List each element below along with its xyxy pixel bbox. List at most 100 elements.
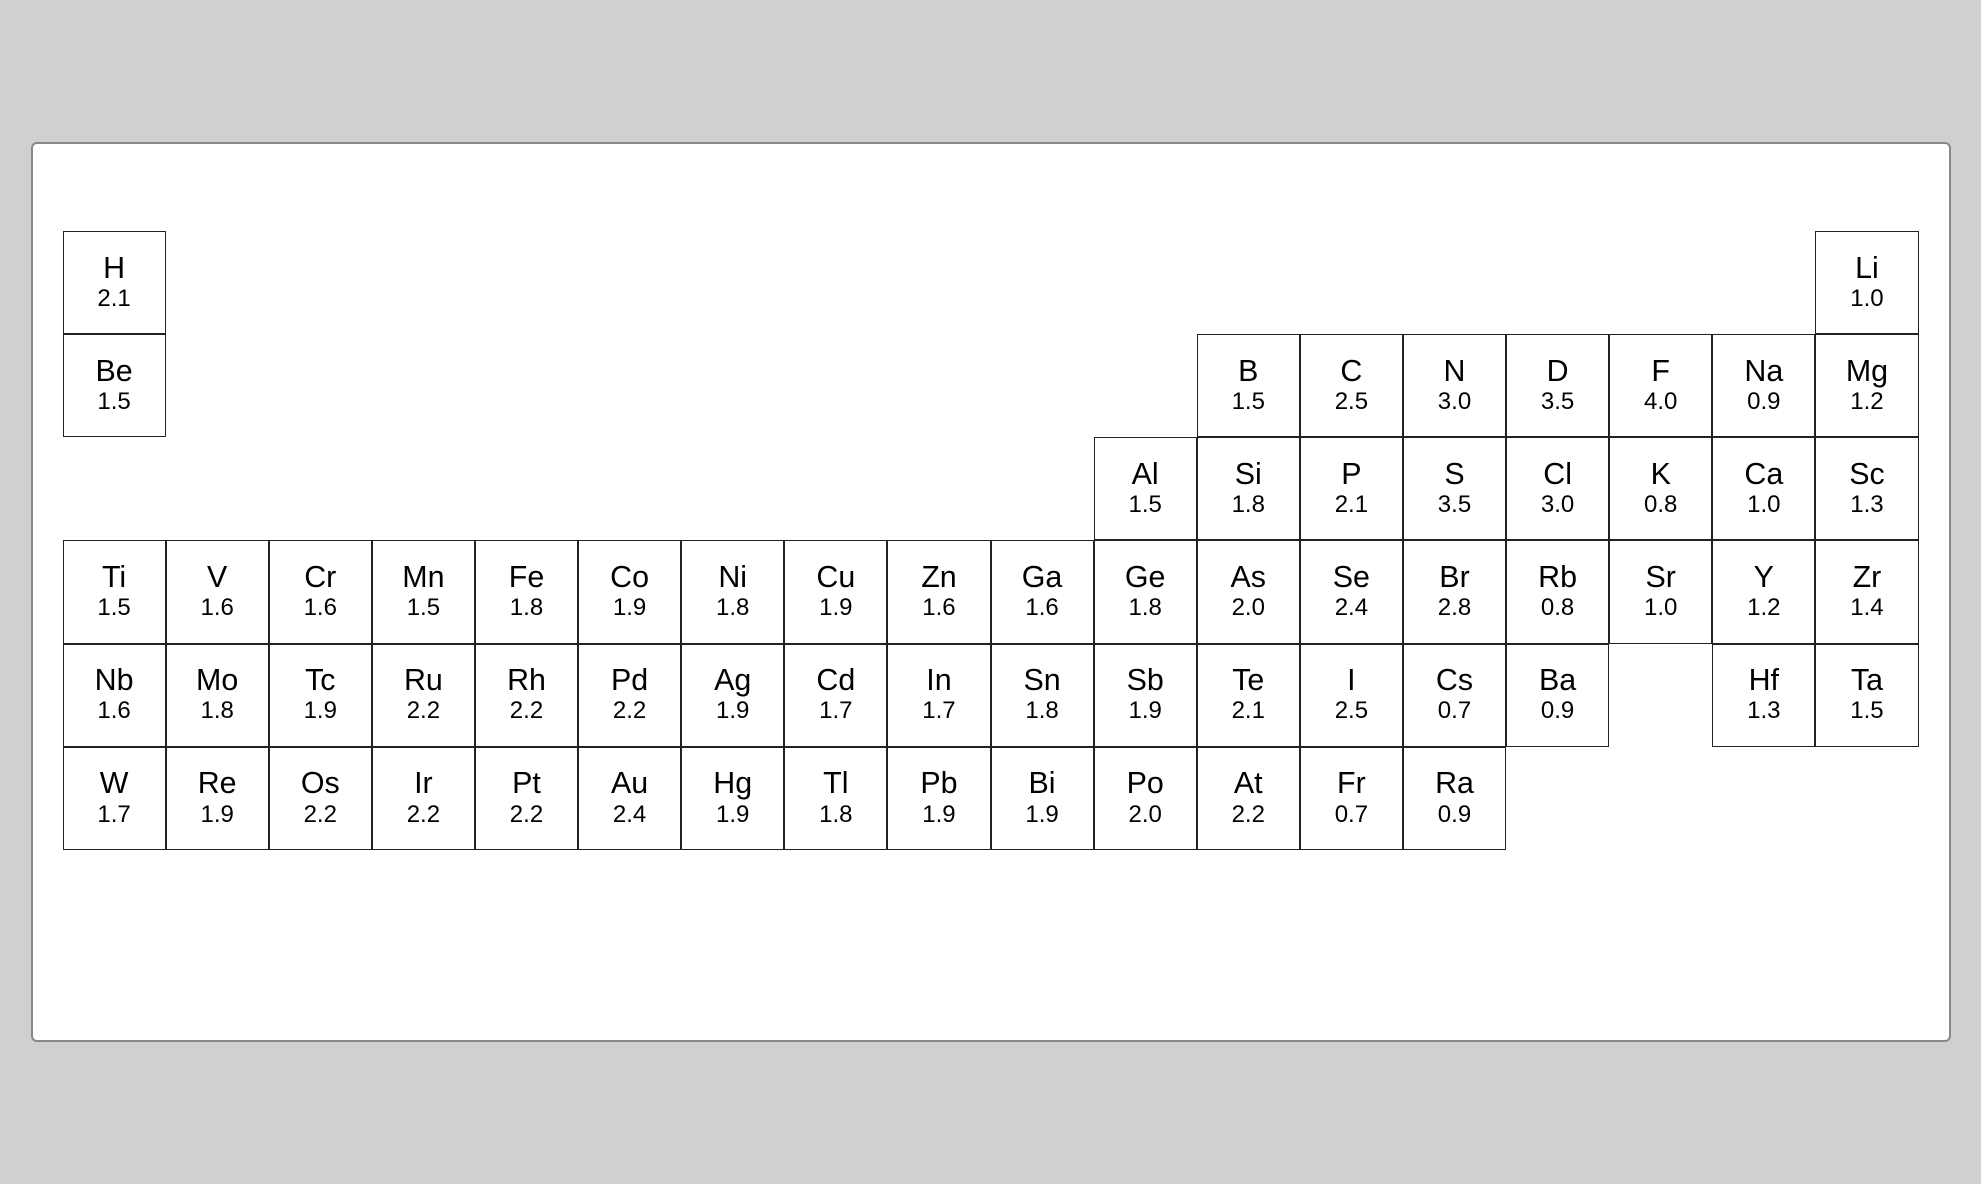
symbol-at: At	[1234, 767, 1263, 800]
symbol-ru: Ru	[404, 664, 443, 697]
element-cr: Cr1.6	[269, 540, 372, 643]
element-cu: Cu1.9	[784, 540, 887, 643]
symbol-fr: Fr	[1337, 767, 1366, 800]
en-rh: 2.2	[510, 697, 543, 726]
en-ir: 2.2	[407, 801, 440, 830]
element-br: Br2.8	[1403, 540, 1506, 643]
en-n: 3.0	[1438, 388, 1471, 417]
element-p: P2.1	[1300, 437, 1403, 540]
en-c: 2.5	[1335, 388, 1368, 417]
en-at: 2.2	[1232, 801, 1265, 830]
symbol-os: Os	[301, 767, 340, 800]
empty-cell-r3-c7	[475, 437, 578, 540]
element-mn: Mn1.5	[372, 540, 475, 643]
en-cu: 1.9	[819, 594, 852, 623]
symbol-b: B	[1238, 355, 1258, 388]
empty-cell-r1-c9	[887, 231, 990, 334]
en-in: 1.7	[922, 697, 955, 726]
symbol-d: D	[1547, 355, 1569, 388]
element-cs: Cs0.7	[1403, 644, 1506, 747]
en-s: 3.5	[1438, 491, 1471, 520]
en-mn: 1.5	[407, 594, 440, 623]
element-ru: Ru2.2	[372, 644, 475, 747]
empty-cell-r2-c12	[1094, 334, 1197, 437]
en-h: 2.1	[97, 285, 130, 314]
empty-cell-r1-c8	[784, 231, 887, 334]
element-pd: Pd2.2	[578, 644, 681, 747]
empty-cell-r7-c11	[475, 850, 578, 953]
symbol-cr: Cr	[304, 561, 336, 594]
en-cs: 0.7	[1438, 697, 1471, 726]
element-n: N3.0	[1403, 334, 1506, 437]
symbol-pb: Pb	[920, 767, 957, 800]
empty-cell-r1-c6	[578, 231, 681, 334]
element-ga: Ga1.6	[991, 540, 1094, 643]
empty-cell-r7-c14	[784, 850, 887, 953]
empty-cell-r1-c5	[475, 231, 578, 334]
element-k: K0.8	[1609, 437, 1712, 540]
en-pb: 1.9	[922, 801, 955, 830]
element-sb: Sb1.9	[1094, 644, 1197, 747]
element-d: D3.5	[1506, 334, 1609, 437]
symbol-sr: Sr	[1646, 561, 1676, 594]
empty-cell-r1-c12	[1197, 231, 1300, 334]
symbol-w: W	[100, 767, 129, 800]
en-po: 2.0	[1128, 801, 1161, 830]
empty-cell-r7-c15	[887, 850, 990, 953]
empty-cell-r7-c3	[1506, 747, 1609, 850]
en-sb: 1.9	[1128, 697, 1161, 726]
en-ag: 1.9	[716, 697, 749, 726]
en-as: 2.0	[1232, 594, 1265, 623]
empty-cell-r1-c3	[269, 231, 372, 334]
empty-cell-r7-c9	[269, 850, 372, 953]
symbol-mn: Mn	[402, 561, 444, 594]
en-k: 0.8	[1644, 491, 1677, 520]
symbol-be: Be	[95, 355, 132, 388]
symbol-sb: Sb	[1127, 664, 1164, 697]
symbol-tl: Tl	[823, 767, 848, 800]
en-pd: 2.2	[613, 697, 646, 726]
empty-cell-r3-c10	[784, 437, 887, 540]
en-fr: 0.7	[1335, 801, 1368, 830]
empty-cell-r1-c2	[166, 231, 269, 334]
symbol-cu: Cu	[816, 561, 855, 594]
periodic-table: H2.1Li1.0Be1.5B1.5C2.5N3.0D3.5F4.0Na0.9M…	[63, 231, 1919, 953]
empty-cell-r7-c4	[1609, 747, 1712, 850]
symbol-sn: Sn	[1023, 664, 1060, 697]
symbol-p: P	[1341, 458, 1361, 491]
symbol-k: K	[1651, 458, 1671, 491]
empty-cell-r3-c3	[63, 437, 166, 540]
element-cl: Cl3.0	[1506, 437, 1609, 540]
symbol-ta: Ta	[1851, 664, 1883, 697]
element-rh: Rh2.2	[475, 644, 578, 747]
empty-cell-r7-c17	[1094, 850, 1197, 953]
symbol-ti: Ti	[102, 561, 126, 594]
element-pb: Pb1.9	[887, 747, 990, 850]
element-h: H2.1	[63, 231, 166, 334]
empty-cell-r2-c9	[784, 334, 887, 437]
element-si: Si1.8	[1197, 437, 1300, 540]
en-sc: 1.3	[1850, 491, 1883, 520]
element-v: V1.6	[166, 540, 269, 643]
en-w: 1.7	[97, 801, 130, 830]
element-ti: Ti1.5	[63, 540, 166, 643]
element-s: S3.5	[1403, 437, 1506, 540]
empty-cell-r2-c8	[681, 334, 784, 437]
symbol-nb: Nb	[95, 664, 134, 697]
empty-cell-r6-c3	[1609, 644, 1712, 747]
empty-cell-r7-c13	[681, 850, 784, 953]
symbol-al: Al	[1132, 458, 1159, 491]
en-ti: 1.5	[97, 594, 130, 623]
symbol-c: C	[1340, 355, 1362, 388]
empty-cell-r3-c9	[681, 437, 784, 540]
en-zn: 1.6	[922, 594, 955, 623]
en-ba: 0.9	[1541, 697, 1574, 726]
empty-cell-r7-c12	[578, 850, 681, 953]
empty-cell-r7-c6	[1815, 747, 1918, 850]
empty-cell-r3-c12	[991, 437, 1094, 540]
element-as: As2.0	[1197, 540, 1300, 643]
element-ra: Ra0.9	[1403, 747, 1506, 850]
element-co: Co1.9	[578, 540, 681, 643]
symbol-y: Y	[1754, 561, 1774, 594]
en-sr: 1.0	[1644, 594, 1677, 623]
